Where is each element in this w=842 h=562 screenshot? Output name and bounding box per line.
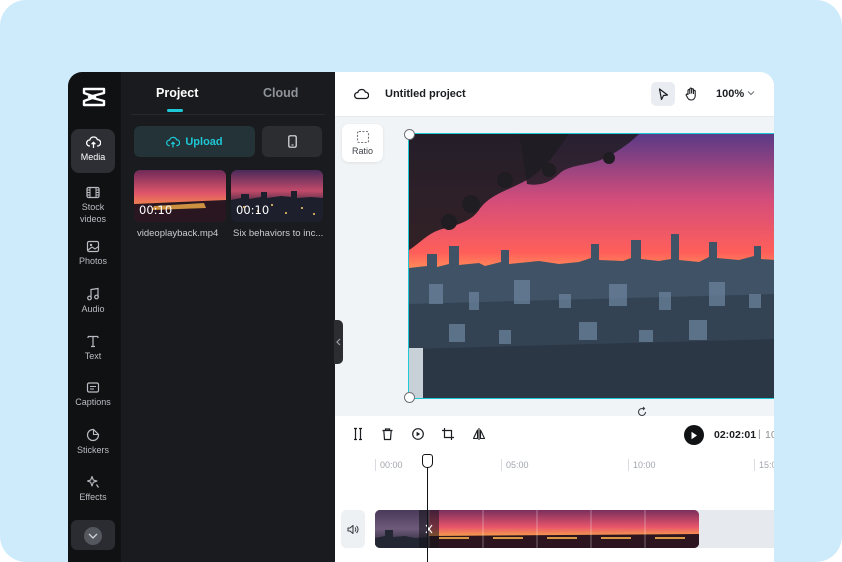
- sidebar-item-label: Stickers: [76, 445, 109, 455]
- video-clip[interactable]: [375, 510, 699, 548]
- sidebar-item-label: Photos: [78, 256, 108, 266]
- sidebar-item-audio[interactable]: Audio: [71, 281, 115, 325]
- media-thumbnail[interactable]: 00:10: [231, 170, 323, 222]
- sticker-icon: [86, 428, 100, 442]
- time-separator: |: [758, 428, 761, 440]
- timeline-tick: 15:0: [754, 459, 774, 471]
- playhead-handle[interactable]: [422, 454, 433, 468]
- zoom-level[interactable]: 100%: [716, 88, 744, 100]
- sidebar-item-photos[interactable]: Photos: [71, 234, 115, 278]
- media-file-name: Six behaviors to inc...: [233, 228, 324, 239]
- cloud-icon[interactable]: [354, 87, 369, 100]
- tab-project[interactable]: Project: [156, 86, 198, 100]
- aspect-ratio-icon: [356, 130, 369, 144]
- rail-assistant-button[interactable]: [71, 520, 115, 550]
- ratio-label: Ratio: [351, 146, 373, 156]
- hand-tool-button[interactable]: [679, 82, 703, 106]
- media-panel: Project Cloud Upload 00:10 videoplayback…: [121, 72, 335, 562]
- active-tab-indicator: [167, 109, 183, 112]
- play-button[interactable]: [684, 425, 704, 445]
- tab-cloud[interactable]: Cloud: [263, 86, 298, 100]
- music-note-icon: [87, 287, 99, 301]
- timeline-tick: 05:00: [501, 459, 529, 471]
- page-background: Media Stock videos Photos Audio Text Cap…: [0, 0, 842, 562]
- editor-topbar: Untitled project 100%: [335, 72, 774, 117]
- trash-icon[interactable]: [381, 427, 394, 441]
- video-preview-canvas[interactable]: [408, 133, 774, 399]
- image-icon: [86, 240, 100, 253]
- track-volume-button[interactable]: [341, 510, 365, 548]
- chevron-down-icon[interactable]: [747, 87, 755, 99]
- ratio-button[interactable]: Ratio: [342, 124, 383, 162]
- cloud-upload-icon: [85, 136, 101, 148]
- sidebar-item-captions[interactable]: Captions: [71, 375, 115, 419]
- sidebar-item-label: Stock videos: [79, 202, 106, 224]
- speaker-icon: [347, 524, 359, 534]
- media-thumbnail[interactable]: 00:10: [134, 170, 226, 222]
- media-file-name: videoplayback.mp4: [137, 228, 219, 239]
- cloud-upload-icon: [166, 136, 181, 148]
- captions-icon: [86, 382, 100, 393]
- project-title[interactable]: Untitled project: [385, 88, 466, 100]
- play-icon: [691, 431, 697, 439]
- select-tool-button[interactable]: [651, 82, 675, 106]
- tab-divider: [131, 114, 325, 115]
- edit-toolbar: 02:02:01 | 10: [335, 416, 774, 455]
- timeline-tick: 10:00: [628, 459, 656, 471]
- sidebar-item-label: Captions: [75, 397, 111, 407]
- text-icon: [87, 335, 99, 348]
- hand-icon: [685, 87, 696, 101]
- playhead[interactable]: [427, 460, 428, 562]
- resize-handle-bottom-left[interactable]: [404, 392, 415, 403]
- chevron-left-icon: [336, 338, 341, 346]
- clip-split-marker[interactable]: [419, 510, 439, 548]
- total-time: 10: [765, 429, 774, 441]
- duration-label: 00:10: [236, 203, 270, 217]
- film-icon: [86, 186, 100, 199]
- chevron-down-icon: [88, 533, 98, 539]
- upload-button[interactable]: Upload: [134, 126, 255, 157]
- sidebar-item-effects[interactable]: Effects: [71, 469, 115, 513]
- mirror-icon[interactable]: [472, 427, 486, 441]
- phone-upload-button[interactable]: [262, 126, 322, 157]
- sidebar-item-label: Media: [80, 152, 106, 162]
- cursor-arrow-icon: [658, 87, 668, 100]
- replay-icon[interactable]: [411, 427, 425, 441]
- phone-icon: [287, 135, 297, 148]
- sidebar-item-label: Text: [84, 351, 102, 361]
- current-time: 02:02:01: [714, 429, 757, 441]
- crop-icon[interactable]: [441, 427, 455, 441]
- split-icon[interactable]: [352, 427, 364, 441]
- preview-image: [409, 134, 774, 398]
- duration-label: 00:10: [139, 203, 173, 217]
- sparkle-icon: [86, 475, 99, 488]
- sidebar-item-label: Audio: [81, 304, 105, 314]
- resize-handle-top-left[interactable]: [404, 129, 415, 140]
- sidebar-item-stickers[interactable]: Stickers: [71, 422, 115, 466]
- sidebar-item-label: Effects: [79, 492, 107, 502]
- timeline[interactable]: 00:00 05:00 10:00 15:0: [335, 454, 774, 562]
- editor-window: Media Stock videos Photos Audio Text Cap…: [68, 72, 774, 562]
- sidebar-item-stock-videos[interactable]: Stock videos: [71, 180, 115, 228]
- panel-collapse-handle[interactable]: [334, 320, 343, 364]
- sidebar-item-text[interactable]: Text: [71, 328, 115, 372]
- upload-label: Upload: [185, 135, 223, 148]
- timeline-tick: 00:00: [375, 459, 403, 471]
- capcut-logo-icon: [82, 87, 106, 107]
- sidebar-item-media[interactable]: Media: [71, 129, 115, 173]
- left-rail: Media Stock videos Photos Audio Text Cap…: [68, 72, 121, 562]
